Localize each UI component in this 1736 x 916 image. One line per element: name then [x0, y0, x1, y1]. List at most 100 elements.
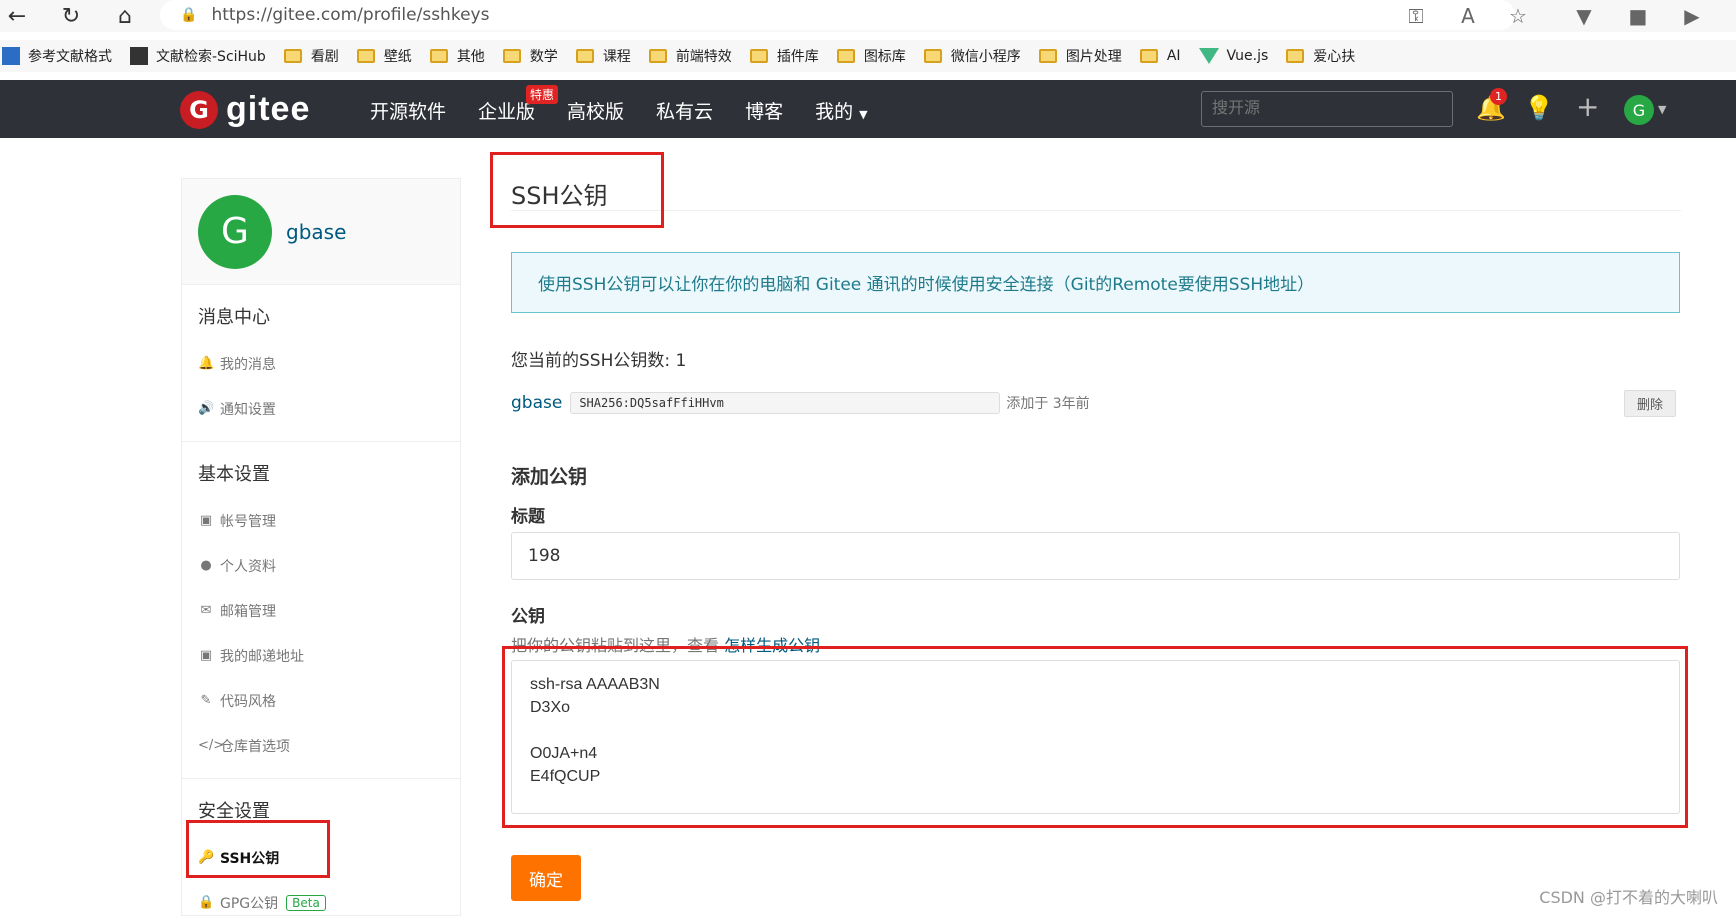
lock-icon: 🔒 — [180, 7, 198, 23]
bookmark-item[interactable]: 壁纸 — [356, 46, 412, 66]
scihub-logo-icon — [130, 47, 148, 65]
sidebar-item[interactable]: ▣ 帐号管理 — [198, 498, 460, 543]
bookmark-item[interactable]: AI — [1139, 48, 1181, 64]
bookmark-item[interactable]: 看剧 — [283, 46, 339, 66]
annotation-ssh-menu-box — [186, 820, 330, 878]
nav-blog[interactable]: 博客 — [745, 97, 783, 124]
sidebar-item-label: 通知设置 — [220, 401, 276, 418]
play-icon[interactable]: ▶ — [1678, 4, 1706, 28]
folder-icon — [1139, 49, 1158, 63]
reference-logo-icon — [2, 47, 20, 65]
sidebar-item[interactable]: 🔔 我的消息 — [198, 341, 460, 386]
bookmark-label: 爱心扶 — [1313, 49, 1356, 65]
pubkey-label: 公钥 — [511, 607, 545, 627]
folder-icon — [836, 49, 855, 63]
beta-badge: Beta — [286, 894, 326, 911]
reload-icon[interactable]: ↻ — [56, 2, 86, 30]
sidebar-item[interactable]: 🔒 GPG公钥 Beta — [198, 880, 460, 916]
nav-open-source[interactable]: 开源软件 — [370, 97, 446, 124]
plus-icon[interactable]: + — [1576, 90, 1599, 123]
sidebar-item[interactable]: 🔊 通知设置 — [198, 386, 460, 431]
address-card-icon: ▣ — [199, 648, 213, 663]
bookmark-label: Vue.js — [1226, 48, 1269, 64]
lightbulb-icon[interactable]: 💡 — [1524, 94, 1554, 122]
bookmark-label: 其他 — [456, 49, 485, 65]
bookmark-item[interactable]: 参考文献格式 — [2, 46, 112, 66]
bookmark-item[interactable]: 课程 — [575, 46, 631, 66]
csdn-watermark: CSDN @打不着的大喇叭 — [1539, 888, 1718, 907]
folder-icon — [356, 49, 375, 63]
sidebar-item[interactable]: ✎ 代码风格 — [198, 678, 460, 723]
bookmark-item[interactable]: 微信小程序 — [923, 46, 1021, 66]
bookmark-item[interactable]: 插件库 — [749, 46, 819, 66]
sidebar-item[interactable]: ▣ 我的邮递地址 — [198, 633, 460, 678]
key-title-input[interactable]: 198 — [511, 532, 1680, 580]
bookmark-item[interactable]: 爱心扶 — [1286, 46, 1355, 66]
sidebar-section: 消息中心 🔔 我的消息 🔊 通知设置 — [182, 285, 460, 442]
folder-icon — [749, 49, 768, 63]
sidebar-username[interactable]: gbase — [286, 220, 346, 244]
title-label: 标题 — [511, 507, 545, 527]
bookmark-item[interactable]: 前端特效 — [648, 46, 732, 66]
nav-mine[interactable]: 我的 ▼ — [815, 97, 868, 124]
avatar-caret-icon[interactable]: ▼ — [1658, 103, 1666, 116]
bell-icon: 🔔 — [198, 356, 215, 371]
home-icon[interactable]: ⌂ — [110, 2, 140, 30]
user-icon: ● — [200, 558, 212, 573]
bookmark-item[interactable]: 文献检索-SciHub — [130, 46, 266, 66]
extension-v-icon[interactable]: ▼ — [1570, 4, 1598, 28]
bookmark-label: 课程 — [602, 49, 631, 65]
bookmark-label: 前端特效 — [675, 49, 732, 65]
key-icon[interactable]: ⚿ — [1402, 4, 1430, 28]
caret-down-icon: ▼ — [859, 108, 868, 121]
browser-toolbar: ← ↻ ⌂ 🔒 https://gitee.com/profile/sshkey… — [0, 0, 1736, 32]
nav-enterprise[interactable]: 企业版 特惠 — [478, 85, 559, 124]
bookmark-item[interactable]: 图标库 — [836, 46, 906, 66]
bookmark-label: 插件库 — [776, 49, 819, 65]
sidebar-item[interactable]: ✉ 邮箱管理 — [198, 588, 460, 633]
folder-icon — [575, 49, 594, 63]
sidebar-item-label: 我的邮递地址 — [220, 648, 304, 665]
address-bar[interactable]: 🔒 https://gitee.com/profile/sshkeys — [160, 0, 1515, 30]
submit-button[interactable]: 确定 — [511, 855, 581, 901]
back-arrow-icon[interactable]: ← — [2, 2, 32, 30]
speaker-icon: 🔊 — [198, 401, 215, 416]
ssh-key-added-time: 添加于 3年前 — [1006, 396, 1090, 412]
nav-education[interactable]: 高校版 — [567, 97, 624, 124]
folder-icon — [923, 49, 942, 63]
lock-icon: 🔒 — [198, 895, 215, 910]
bookmark-item[interactable]: 图片处理 — [1038, 46, 1122, 66]
nav-private-cloud[interactable]: 私有云 — [656, 97, 713, 124]
vue-logo-icon — [1198, 48, 1219, 64]
sidebar-avatar[interactable]: G — [198, 194, 272, 269]
bookmark-label: 图片处理 — [1065, 49, 1122, 65]
ssh-key-row: gbase SHA256:DQ5safFfiHHvm 添加于 3年前 删除 — [511, 390, 1681, 417]
sidebar-item[interactable]: </> 仓库首选项 — [198, 723, 460, 768]
favorite-star-icon[interactable]: ☆ — [1504, 4, 1532, 28]
bookmark-item[interactable]: 其他 — [429, 46, 485, 66]
sidebar-section-title: 消息中心 — [198, 307, 270, 328]
folder-icon — [429, 49, 448, 63]
bookmark-label: 微信小程序 — [950, 49, 1021, 65]
brush-icon: ✎ — [200, 693, 212, 708]
header-search-input[interactable] — [1201, 91, 1453, 127]
settings-sidebar: G gbase 消息中心 🔔 我的消息 🔊 通知设置 基本设置 ▣ 帐号管理 ● 个人资料 ✉ 邮箱管… — [181, 178, 461, 916]
sidebar-item-label: GPG公钥 — [220, 895, 279, 912]
annotation-title-box — [490, 152, 664, 228]
delete-key-button[interactable]: 删除 — [1623, 390, 1676, 417]
sidebar-item[interactable]: ● 个人资料 — [198, 543, 460, 588]
bookmark-item[interactable]: 数学 — [502, 46, 558, 66]
bookmark-label: 看剧 — [310, 49, 339, 65]
mail-icon: ✉ — [200, 603, 212, 618]
add-key-heading: 添加公钥 — [511, 466, 588, 488]
read-aloud-icon[interactable]: A — [1454, 4, 1482, 28]
sidebar-section: 基本设置 ▣ 帐号管理 ● 个人资料 ✉ 邮箱管理 ▣ 我的邮递地址 ✎ 代码风格 </> 仓库首选项 — [182, 442, 460, 779]
extension-l-icon[interactable]: ■ — [1624, 4, 1652, 28]
url-text: https://gitee.com/profile/sshkeys — [211, 5, 490, 25]
bookmark-item[interactable]: Vue.js — [1198, 48, 1269, 64]
sidebar-item-label: 代码风格 — [220, 693, 276, 710]
header-avatar[interactable]: G — [1624, 95, 1654, 125]
folder-icon — [1038, 49, 1057, 63]
gitee-logo[interactable]: G gitee — [180, 90, 310, 129]
sidebar-item-label: 个人资料 — [220, 558, 276, 575]
